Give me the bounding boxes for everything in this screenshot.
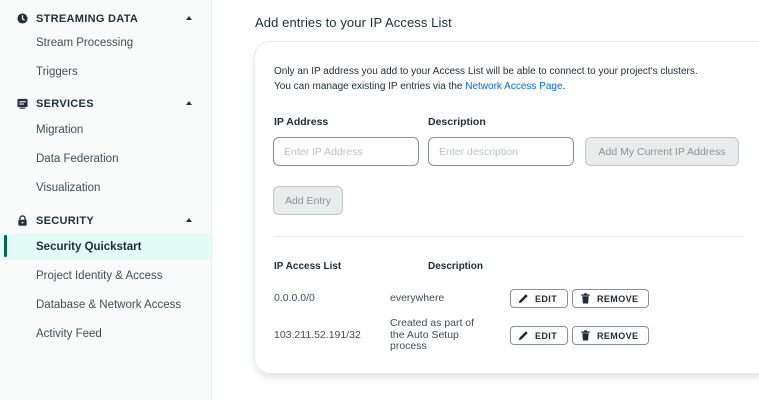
sidebar-item-label: Stream Processing bbox=[36, 37, 134, 49]
remove-button[interactable]: REMOVE bbox=[572, 326, 649, 345]
sidebar-item-label: Project Identity & Access bbox=[36, 270, 163, 282]
sidebar-section-label: SERVICES bbox=[36, 98, 94, 110]
intro-line-2-end: . bbox=[562, 81, 566, 92]
sidebar-item-label: Migration bbox=[36, 124, 84, 136]
intro-line-2: You can manage existing IP entries via t… bbox=[274, 79, 754, 94]
pencil-icon bbox=[518, 331, 528, 341]
entry-description: Created as part of the Auto Setup proces… bbox=[390, 317, 475, 352]
edit-button[interactable]: EDIT bbox=[510, 289, 568, 308]
network-access-page-link[interactable]: Network Access Page bbox=[465, 81, 562, 92]
sidebar-item-migration[interactable]: Migration bbox=[0, 117, 211, 143]
sidebar-item-label: Security Quickstart bbox=[36, 241, 142, 253]
entry-description: everywhere bbox=[390, 292, 445, 304]
pencil-icon bbox=[518, 294, 528, 304]
trash-icon bbox=[581, 293, 590, 304]
ip-access-list-header: IP Access List bbox=[274, 261, 342, 272]
sidebar-item-activity-feed[interactable]: Activity Feed bbox=[0, 321, 211, 347]
services-icon bbox=[17, 98, 28, 109]
remove-label: REMOVE bbox=[597, 293, 639, 304]
sidebar: STREAMING DATA Stream Processing Trigger… bbox=[0, 0, 212, 400]
sidebar-item-label: Triggers bbox=[36, 66, 78, 78]
entry-ip: 103.211.52.191/32 bbox=[274, 329, 361, 341]
active-indicator bbox=[4, 235, 7, 257]
ip-address-label: IP Address bbox=[274, 116, 329, 128]
sidebar-item-security-quickstart[interactable]: Security Quickstart bbox=[0, 234, 211, 260]
sidebar-item-visualization[interactable]: Visualization bbox=[0, 175, 211, 201]
edit-button[interactable]: EDIT bbox=[510, 326, 568, 345]
intro-line-1: Only an IP address you add to your Acces… bbox=[274, 66, 698, 77]
sidebar-item-database-network-access[interactable]: Database & Network Access bbox=[0, 292, 211, 318]
page-title: Add entries to your IP Access List bbox=[255, 15, 452, 30]
sidebar-item-project-identity-access[interactable]: Project Identity & Access bbox=[0, 263, 211, 289]
add-entry-button[interactable]: Add Entry bbox=[273, 186, 343, 215]
lock-icon bbox=[18, 215, 27, 226]
sidebar-item-label: Database & Network Access bbox=[36, 299, 182, 311]
edit-label: EDIT bbox=[535, 293, 558, 304]
sidebar-item-label: Data Federation bbox=[36, 153, 119, 165]
chevron-up-icon[interactable] bbox=[186, 218, 192, 222]
edit-label: EDIT bbox=[535, 330, 558, 341]
sidebar-item-triggers[interactable]: Triggers bbox=[0, 59, 211, 85]
chevron-up-icon[interactable] bbox=[186, 101, 192, 105]
sidebar-section-label: SECURITY bbox=[36, 215, 95, 227]
add-current-ip-button[interactable]: Add My Current IP Address bbox=[585, 137, 739, 166]
description-column-header: Description bbox=[428, 261, 484, 272]
intro-text: Only an IP address you add to your Acces… bbox=[274, 64, 754, 94]
sidebar-section-streaming-data[interactable]: STREAMING DATA bbox=[0, 10, 212, 32]
ip-address-input[interactable] bbox=[273, 137, 419, 166]
sidebar-section-services[interactable]: SERVICES bbox=[0, 95, 212, 117]
divider bbox=[274, 236, 744, 237]
remove-button[interactable]: REMOVE bbox=[572, 289, 649, 308]
remove-label: REMOVE bbox=[597, 330, 639, 341]
intro-line-2-text: You can manage existing IP entries via t… bbox=[274, 81, 466, 92]
trash-icon bbox=[581, 330, 590, 341]
sidebar-section-label: STREAMING DATA bbox=[36, 13, 139, 25]
clock-icon bbox=[17, 13, 28, 24]
sidebar-item-data-federation[interactable]: Data Federation bbox=[0, 146, 211, 172]
chevron-up-icon[interactable] bbox=[186, 16, 192, 20]
description-input[interactable] bbox=[428, 137, 574, 166]
sidebar-section-security[interactable]: SECURITY bbox=[0, 212, 212, 234]
description-label: Description bbox=[428, 116, 486, 128]
sidebar-item-label: Visualization bbox=[36, 182, 101, 194]
sidebar-item-stream-processing[interactable]: Stream Processing bbox=[0, 30, 211, 56]
sidebar-item-label: Activity Feed bbox=[36, 328, 102, 340]
entry-ip: 0.0.0.0/0 bbox=[274, 292, 315, 304]
